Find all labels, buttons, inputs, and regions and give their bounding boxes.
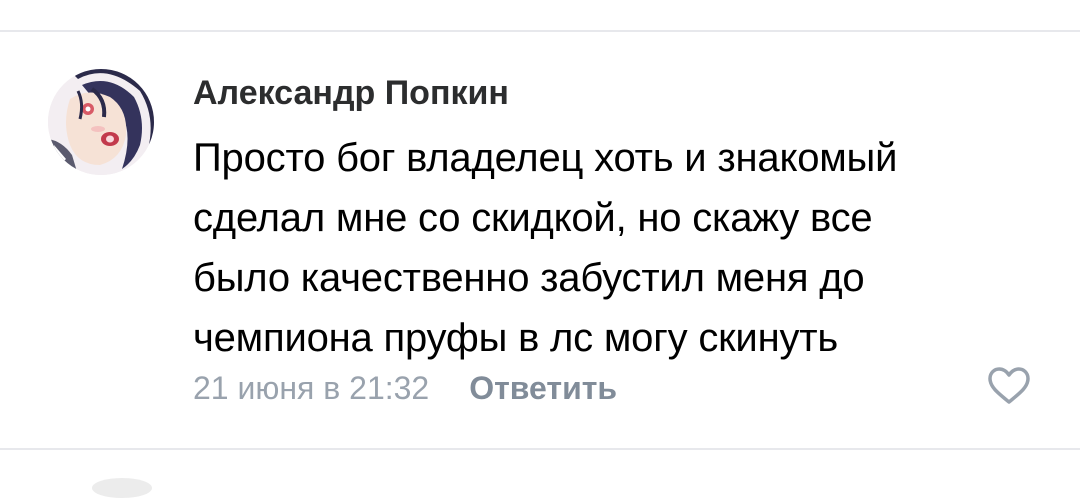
comment-item: Александр Попкин Просто бог владелец хот… <box>0 32 1080 446</box>
comment-text-line: чемпиона пруфы в лс могу скинуть <box>193 316 839 360</box>
reply-button[interactable]: Ответить <box>469 370 617 407</box>
heart-outline-icon <box>988 367 1030 404</box>
comment-text-line: было качественно забустил меня до <box>193 256 865 300</box>
comment-text-line: сделал мне со скидкой, но скажу все <box>193 196 873 240</box>
comment-meta: 21 июня в 21:32 Ответить <box>193 368 617 408</box>
avatar[interactable] <box>48 69 154 175</box>
comment-author[interactable]: Александр Попкин <box>193 74 509 113</box>
anime-girl-avatar-icon <box>48 69 154 175</box>
bottom-divider <box>0 448 1080 450</box>
like-button[interactable] <box>986 366 1032 406</box>
comment-text-line: Просто бог владелец хоть и знакомый <box>193 136 898 180</box>
comment-text: Просто бог владелец хоть и знакомый сдел… <box>193 128 1033 368</box>
next-comment-avatar <box>92 478 152 498</box>
comment-date[interactable]: 21 июня в 21:32 <box>193 370 429 407</box>
